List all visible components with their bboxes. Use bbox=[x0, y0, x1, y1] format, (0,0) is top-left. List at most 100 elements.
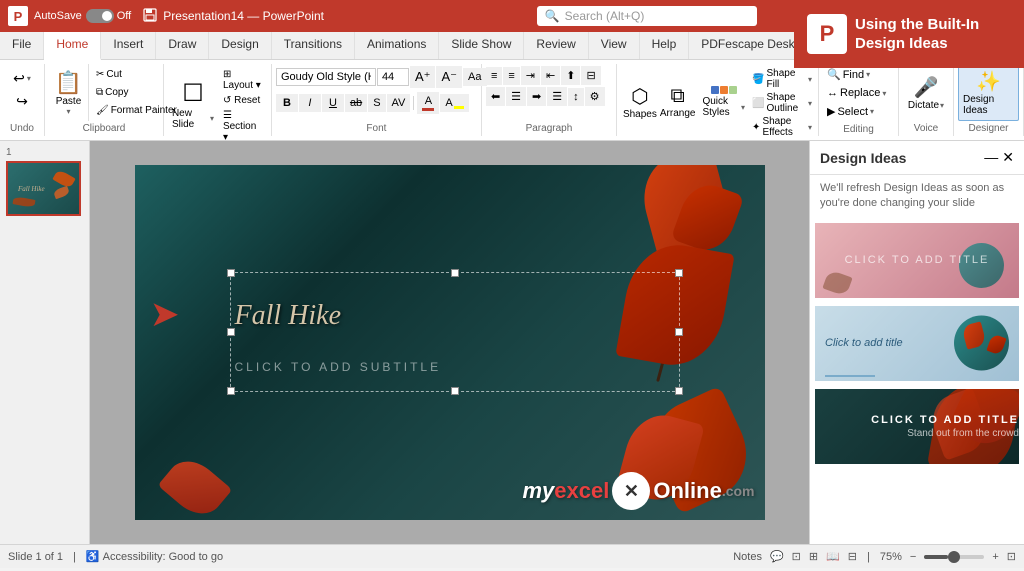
tab-review[interactable]: Review bbox=[524, 32, 588, 59]
reading-view-button[interactable]: 📖 bbox=[826, 550, 840, 563]
slide-title[interactable]: Fall Hike bbox=[235, 300, 342, 332]
design-card-3[interactable]: CLICK TO ADD TITLE Stand out from the cr… bbox=[814, 388, 1020, 465]
redo-button[interactable]: ↪ bbox=[12, 91, 32, 112]
design-ideas-button[interactable]: ✨ Design Ideas bbox=[958, 64, 1019, 121]
font-color-button[interactable]: A bbox=[417, 92, 439, 114]
tab-help[interactable]: Help bbox=[640, 32, 690, 59]
handle-top-middle[interactable] bbox=[451, 269, 459, 277]
handle-top-left[interactable] bbox=[227, 269, 235, 277]
highlight-color-button[interactable]: A bbox=[440, 94, 468, 112]
zoom-out-button[interactable]: − bbox=[910, 551, 916, 563]
new-slide-dropdown: ▾ bbox=[210, 114, 214, 123]
justify-button[interactable]: ☰ bbox=[547, 87, 567, 106]
tab-design[interactable]: Design bbox=[209, 32, 271, 59]
shape-outline-button[interactable]: ⬜ Shape Outline ▾ bbox=[752, 92, 812, 114]
qs-dot-1 bbox=[711, 86, 719, 94]
select-icon: ▶ bbox=[827, 105, 835, 118]
handle-bottom-middle[interactable] bbox=[451, 387, 459, 395]
tab-home[interactable]: Home bbox=[44, 32, 101, 60]
fit-slide-button[interactable]: ⊡ bbox=[1007, 550, 1016, 563]
indent-increase-button[interactable]: ⇥ bbox=[521, 66, 540, 85]
tab-slideshow[interactable]: Slide Show bbox=[439, 32, 524, 59]
search-bar[interactable]: 🔍 Search (Alt+Q) bbox=[537, 6, 757, 26]
char-spacing-button[interactable]: AV bbox=[387, 94, 411, 112]
comments-button[interactable]: 💬 bbox=[770, 550, 784, 563]
tab-animations[interactable]: Animations bbox=[355, 32, 439, 59]
quick-styles-preview bbox=[711, 86, 737, 94]
tab-insert[interactable]: Insert bbox=[101, 32, 156, 59]
card2-line bbox=[825, 375, 875, 377]
shadow-button[interactable]: S bbox=[368, 94, 385, 112]
slide-layout-button[interactable]: ⊞ Layout ▾ bbox=[220, 68, 267, 92]
editing-controls: 🔍 Find ▾ ↔ Replace ▾ ▶ Select ▾ bbox=[823, 64, 894, 122]
design-panel-minimize[interactable]: — bbox=[984, 149, 998, 166]
designer-group: ✨ Design Ideas Designer bbox=[954, 64, 1024, 136]
arrange-button[interactable]: ⧉ Arrange bbox=[660, 85, 696, 119]
slide-subtitle[interactable]: CLICK TO ADD SUBTITLE bbox=[235, 360, 442, 374]
font-name-input[interactable] bbox=[276, 68, 376, 86]
numbered-list-button[interactable]: ≡ bbox=[503, 67, 519, 85]
slide-canvas[interactable]: ➤ Fall Hike CLICK TO ADD SUBTITLE my exc… bbox=[135, 165, 765, 520]
save-icon[interactable] bbox=[143, 8, 157, 25]
slide-section-button[interactable]: ☰ Section ▾ bbox=[220, 109, 267, 144]
slide-sorter-button[interactable]: ⊞ bbox=[809, 550, 818, 563]
handle-bottom-left[interactable] bbox=[227, 387, 235, 395]
zoom-slider-thumb[interactable] bbox=[948, 551, 960, 563]
align-center-button[interactable]: ☰ bbox=[506, 87, 526, 106]
shape-fill-button[interactable]: 🪣 Shape Fill ▾ bbox=[752, 68, 812, 90]
italic-button[interactable]: I bbox=[299, 94, 321, 112]
shape-effects-button[interactable]: ✦ Shape Effects ▾ bbox=[752, 116, 812, 138]
new-slide-button[interactable]: ☐ New Slide ▾ bbox=[168, 75, 218, 134]
underline-button[interactable]: U bbox=[322, 94, 344, 112]
design-card-2[interactable]: Click to add title bbox=[814, 305, 1020, 382]
paragraph-controls: ≡ ≡ ⇥ ⇤ ⬆ ⊟ ⬅ ☰ ➡ ☰ ↕ ⚙ bbox=[486, 64, 612, 121]
notes-button[interactable]: Notes bbox=[733, 551, 762, 563]
handle-middle-right[interactable] bbox=[675, 328, 683, 336]
bullet-list-button[interactable]: ≡ bbox=[486, 67, 502, 85]
tab-file[interactable]: File bbox=[0, 32, 44, 59]
design-card-1[interactable]: CLICK TO ADD TITLE bbox=[814, 222, 1020, 299]
handle-bottom-right[interactable] bbox=[675, 387, 683, 395]
handle-top-right[interactable] bbox=[675, 269, 683, 277]
align-left-button[interactable]: ⬅ bbox=[486, 87, 505, 106]
tab-view[interactable]: View bbox=[589, 32, 640, 59]
normal-view-button[interactable]: ⊡ bbox=[792, 550, 801, 563]
shapes-button[interactable]: ⬡ Shapes bbox=[623, 84, 657, 120]
font-decrease-button[interactable]: A⁻ bbox=[436, 66, 462, 88]
slide-reset-button[interactable]: ↺ Reset bbox=[220, 94, 267, 107]
handle-middle-left[interactable] bbox=[227, 328, 235, 336]
replace-button[interactable]: ↔ Replace ▾ bbox=[823, 85, 890, 101]
font-increase-button[interactable]: A⁺ bbox=[410, 66, 436, 88]
dictate-button[interactable]: 🎤 Dictate ▾ bbox=[904, 71, 948, 115]
quick-styles-label-area: Quick Styles ▾ bbox=[702, 96, 745, 118]
line-spacing-button[interactable]: ↕ bbox=[568, 88, 584, 106]
columns-button[interactable]: ⊟ bbox=[581, 66, 600, 85]
find-button[interactable]: 🔍 Find ▾ bbox=[823, 66, 874, 83]
design-panel-close[interactable]: ✕ bbox=[1002, 149, 1014, 166]
autosave-toggle[interactable] bbox=[86, 9, 114, 23]
tab-draw[interactable]: Draw bbox=[156, 32, 209, 59]
zoom-in-button[interactable]: + bbox=[992, 551, 998, 563]
align-right-button[interactable]: ➡ bbox=[527, 87, 546, 106]
card3-subtitle: Stand out from the crowd bbox=[907, 428, 1019, 439]
card2-leaf-1 bbox=[961, 322, 987, 350]
zoom-slider-fill bbox=[924, 555, 948, 559]
indent-decrease-button[interactable]: ⇤ bbox=[541, 66, 560, 85]
tab-transitions[interactable]: Transitions bbox=[272, 32, 355, 59]
select-button[interactable]: ▶ Select ▾ bbox=[823, 103, 878, 120]
zoom-slider[interactable] bbox=[924, 555, 984, 559]
presenter-view-button[interactable]: ⊟ bbox=[848, 550, 857, 563]
paste-button[interactable]: 📋 Paste ▾ bbox=[49, 64, 89, 121]
quick-styles-button[interactable]: Quick Styles ▾ bbox=[698, 84, 749, 120]
font-size-input[interactable] bbox=[377, 68, 409, 86]
text-direction-button[interactable]: ⬆ bbox=[561, 66, 580, 85]
undo-button[interactable]: ↩ ▾ bbox=[9, 68, 35, 89]
clipboard-buttons: 📋 Paste ▾ ✂ Cut ⧉ Copy 🖌 Format P bbox=[49, 64, 159, 121]
font-group: A⁺ A⁻ Aa B I U ab S AV A A Font bbox=[272, 64, 482, 136]
slide-arrow: ➤ bbox=[150, 293, 180, 335]
bold-button[interactable]: B bbox=[276, 94, 298, 112]
slide-thumbnail[interactable]: Fall Hike bbox=[6, 161, 81, 216]
undo-group-label: Undo bbox=[4, 121, 40, 136]
smart-convert-button[interactable]: ⚙ bbox=[585, 87, 605, 106]
strikethrough-button[interactable]: ab bbox=[345, 94, 367, 112]
